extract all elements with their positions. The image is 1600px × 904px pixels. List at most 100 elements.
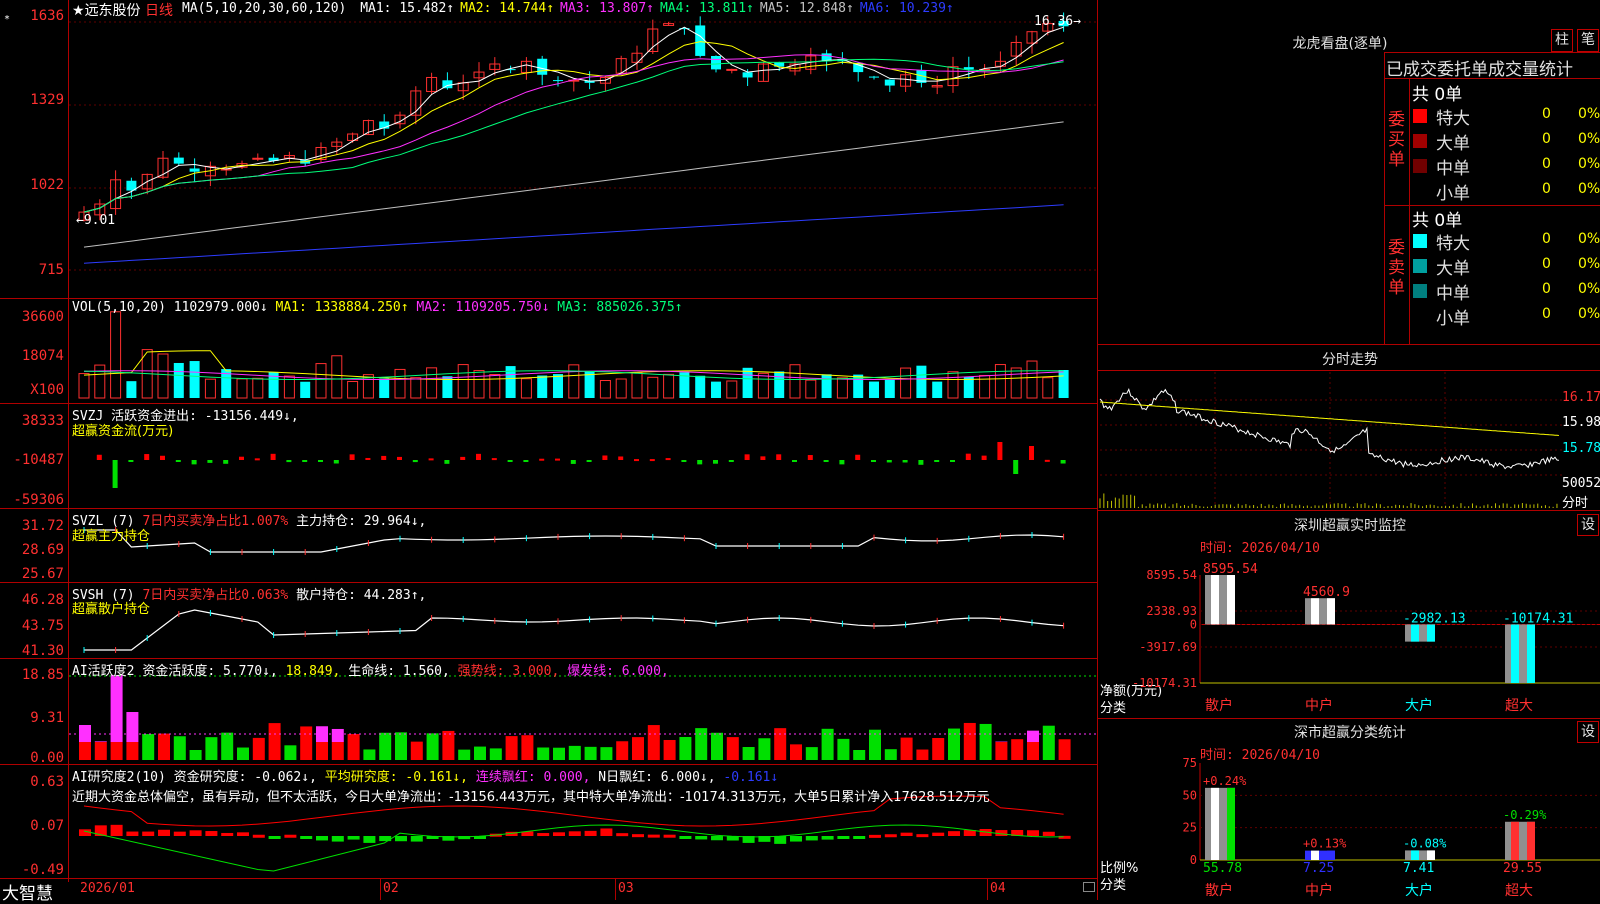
bar-mode-button[interactable]: 柱 — [1551, 29, 1573, 52]
activity-bar-top — [111, 675, 123, 742]
activity-bar-top — [980, 724, 992, 742]
volume-bar — [916, 366, 926, 398]
fund-flow-bar — [492, 458, 497, 460]
intraday-axis-label: 15.78 — [1562, 441, 1600, 456]
fund-flow-bar — [650, 459, 655, 461]
bar-highlight — [1227, 788, 1235, 860]
fund-flow-bar — [555, 459, 560, 461]
candle-body — [553, 80, 563, 81]
activity-bar-top — [332, 729, 344, 742]
fund-flow-bar — [128, 460, 133, 462]
bar-group — [1505, 624, 1535, 683]
panel-divider — [1097, 0, 1098, 900]
order-stat-row: 中单00% — [1410, 279, 1600, 303]
research-bar — [269, 836, 281, 839]
ma-value: MA2: 14.744↑ — [460, 1, 554, 16]
lock-icon[interactable] — [1083, 882, 1095, 892]
volume-bar — [79, 374, 89, 398]
period-label[interactable]: 日线 — [145, 3, 173, 19]
fund-flow-bar — [950, 460, 955, 462]
svsh-desc2: 散户持仓: 44.283↑, — [296, 588, 426, 603]
activity-bar-top — [142, 734, 154, 742]
activity-bar — [695, 742, 707, 760]
order-stat-value: 0 — [1542, 281, 1551, 297]
activity-bar-top — [427, 733, 439, 742]
activity-bar — [237, 748, 249, 760]
high-price-marker: 16.36→ — [1034, 14, 1081, 29]
section-divider — [1098, 370, 1600, 371]
volume-bar — [490, 375, 500, 398]
fund-flow-bar — [476, 454, 481, 460]
activity-bar — [1027, 742, 1039, 760]
vol-axis-label: 36600 — [0, 309, 64, 325]
ai2-axis-label: 0.63 — [0, 774, 64, 790]
activity-bar — [395, 742, 407, 760]
activity-bar — [332, 742, 344, 760]
activity-bar — [948, 742, 960, 760]
sell-total: 共 0单 — [1412, 206, 1462, 231]
date-tick — [380, 878, 381, 900]
candle-body — [174, 158, 184, 164]
classify-settings-button[interactable]: 设 — [1577, 721, 1599, 743]
activity-bar-top — [158, 734, 170, 742]
pane-divider — [0, 658, 1098, 659]
main-chart-area[interactable] — [0, 0, 1100, 900]
monitor-xlabel: 分类 — [1100, 697, 1126, 716]
volume-bar — [379, 379, 389, 398]
bar-chart-tick-label: 8595.54 — [1146, 568, 1197, 582]
color-swatch — [1413, 159, 1427, 173]
app-logo[interactable]: 大智慧 — [2, 879, 53, 904]
stock-name[interactable]: 远东股份 — [85, 3, 141, 19]
bar — [1405, 624, 1435, 641]
research-bar — [253, 835, 265, 838]
monitor-settings-button[interactable]: 设 — [1577, 514, 1599, 536]
activity-bar — [837, 742, 849, 760]
ma-line — [84, 42, 1064, 213]
intraday-axis-label: 16.17 — [1562, 390, 1600, 405]
research-bar — [774, 836, 786, 844]
activity-bar — [648, 742, 660, 760]
fund-flow-bar — [587, 460, 592, 462]
bar-category-label: 超大 — [1505, 698, 1533, 714]
order-stat-row: 小单00% — [1410, 304, 1600, 328]
fund-flow-bar — [318, 460, 323, 462]
buy-total: 共 0单 — [1412, 80, 1462, 105]
bar-value-label: -2982.13 — [1403, 611, 1466, 626]
ma-params: MA(5,10,20,30,60,120) — [182, 1, 346, 16]
dragon-tabs[interactable]: 已成交委托单成交量统计 — [1386, 55, 1573, 80]
pen-mode-button[interactable]: 笔 — [1577, 29, 1599, 52]
activity-bar-top — [1027, 731, 1039, 742]
research-bar — [1027, 830, 1039, 836]
bar-highlight — [1327, 851, 1335, 860]
bar-chart-tick-label: 25 — [1183, 821, 1197, 835]
research-bar — [284, 835, 296, 838]
activity-bar — [142, 742, 154, 760]
intraday-axis-label: 分时 — [1562, 492, 1588, 511]
fund-flow-bar — [729, 460, 734, 462]
volume-bar — [901, 368, 911, 398]
bar-highlight — [1511, 624, 1519, 683]
ai1-title: AI活跃度2 — [72, 664, 134, 679]
fund-flow-bar — [934, 460, 939, 462]
research-bar — [300, 836, 312, 839]
ai2-v1: 资金研究度: -0.062↓, — [174, 770, 317, 785]
monitor-time: 时间: 2026/04/10 — [1200, 537, 1320, 556]
price-axis-label: 1022 — [0, 177, 64, 193]
order-stat-pct: 0% — [1578, 256, 1600, 272]
low-price-marker: ←9.01 — [76, 213, 115, 228]
research-bar — [111, 825, 123, 836]
fund-flow-bar — [429, 458, 434, 460]
svzl-axis-label: 31.72 — [0, 518, 64, 534]
bar-change-label: -0.08% — [1403, 836, 1447, 850]
activity-bar-top — [901, 738, 913, 742]
fund-flow-bar — [713, 460, 718, 464]
ai2-title: AI研究度2(10) — [72, 770, 166, 785]
date-label: 2026/01 — [80, 881, 135, 896]
price-axis-label: 1636 — [0, 8, 64, 24]
fund-flow-bar — [144, 454, 149, 460]
activity-bar — [190, 750, 202, 760]
volume-bar — [711, 382, 721, 398]
bar-highlight — [1411, 850, 1419, 860]
activity-bar — [521, 742, 533, 760]
activity-bar — [679, 742, 691, 760]
